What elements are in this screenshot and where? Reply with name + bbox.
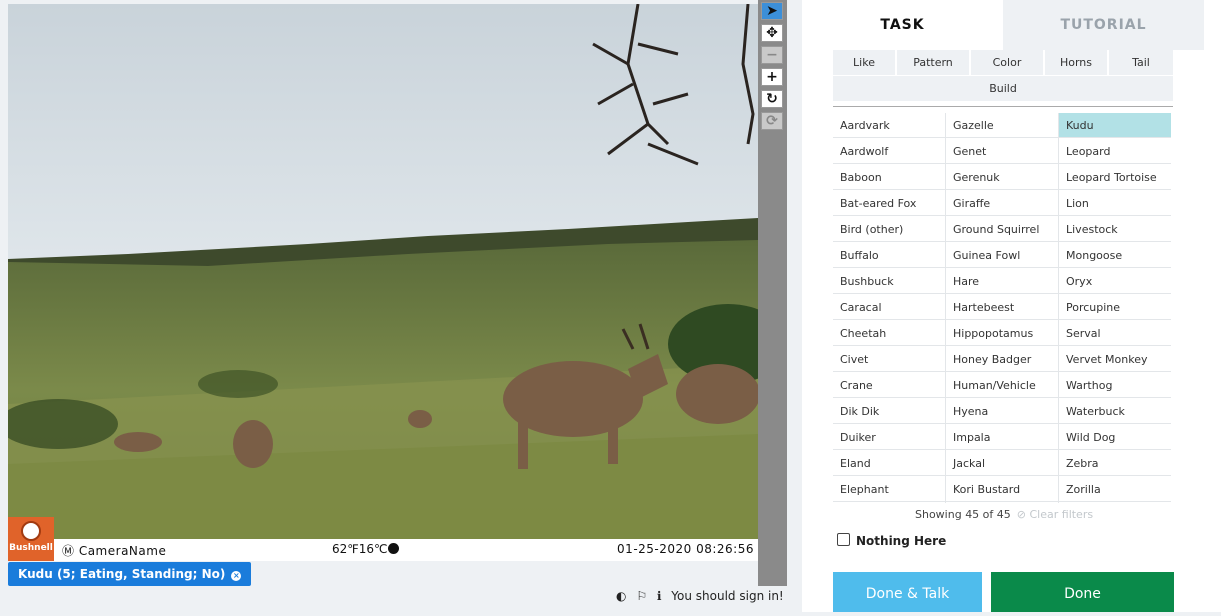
species-option-aardwolf[interactable]: Aardwolf bbox=[833, 139, 945, 164]
move-icon[interactable]: ✥ bbox=[761, 24, 783, 42]
tab-tutorial[interactable]: TUTORIAL bbox=[1003, 0, 1204, 50]
zoom-in-icon[interactable]: + bbox=[761, 68, 783, 86]
annotation-chip-label: Kudu (5; Eating, Standing; No) bbox=[18, 567, 226, 581]
species-option-warthog[interactable]: Warthog bbox=[1059, 373, 1171, 398]
species-option-waterbuck[interactable]: Waterbuck bbox=[1059, 399, 1171, 424]
species-option-serval[interactable]: Serval bbox=[1059, 321, 1171, 346]
species-option-gerenuk[interactable]: Gerenuk bbox=[946, 165, 1058, 190]
species-option-hippopotamus[interactable]: Hippopotamus bbox=[946, 321, 1058, 346]
species-option-impala[interactable]: Impala bbox=[946, 425, 1058, 450]
remove-annotation-icon[interactable]: × bbox=[231, 571, 242, 581]
temperature-text: 62℉16℃ bbox=[332, 542, 388, 556]
species-option-guinea-fowl[interactable]: Guinea Fowl bbox=[946, 243, 1058, 268]
species-option-aardvark[interactable]: Aardvark bbox=[833, 113, 945, 138]
image-metadata-banner: Bushnell Ⓜ CameraName 62℉16℃ 01-25-2020 … bbox=[8, 517, 758, 561]
camera-name: Ⓜ CameraName bbox=[62, 544, 167, 558]
savanna-photo bbox=[8, 4, 758, 539]
showing-count-text: Showing 45 of 45 bbox=[915, 508, 1011, 521]
reset-icon[interactable]: ⟳ bbox=[761, 112, 783, 130]
species-option-baboon[interactable]: Baboon bbox=[833, 165, 945, 190]
species-option-bat-eared-fox[interactable]: Bat-eared Fox bbox=[833, 191, 945, 216]
filter-pattern[interactable]: Pattern bbox=[897, 50, 969, 75]
filter-divider bbox=[833, 106, 1173, 107]
timestamp: 01-25-2020 08:26:56 bbox=[617, 542, 754, 556]
signin-message[interactable]: You should sign in! bbox=[671, 589, 783, 603]
rotate-icon[interactable]: ↻ bbox=[761, 90, 783, 108]
tab-bar: TASK TUTORIAL bbox=[802, 0, 1204, 50]
species-option-kori-bustard[interactable]: Kori Bustard bbox=[946, 477, 1058, 502]
nothing-here-label: Nothing Here bbox=[856, 534, 947, 548]
species-option-honey-badger[interactable]: Honey Badger bbox=[946, 347, 1058, 372]
species-option-zebra[interactable]: Zebra bbox=[1059, 451, 1171, 476]
species-option-hartebeest[interactable]: Hartebeest bbox=[946, 295, 1058, 320]
species-option-wild-dog[interactable]: Wild Dog bbox=[1059, 425, 1171, 450]
showing-count: Showing 45 of 45 ⊘ Clear filters bbox=[915, 508, 1093, 521]
species-option-oryx[interactable]: Oryx bbox=[1059, 269, 1171, 294]
filter-color[interactable]: Color bbox=[971, 50, 1043, 75]
filter-tail[interactable]: Tail bbox=[1109, 50, 1173, 75]
task-panel: TASK TUTORIAL Like Pattern Color Horns T… bbox=[802, 0, 1221, 612]
flag-icon[interactable]: ⚐ bbox=[636, 589, 647, 603]
species-option-kudu[interactable]: Kudu bbox=[1059, 113, 1171, 138]
species-option-cheetah[interactable]: Cheetah bbox=[833, 321, 945, 346]
species-option-caracal[interactable]: Caracal bbox=[833, 295, 945, 320]
image-toolbar: ➤ ✥ − + ↻ ⟳ bbox=[758, 0, 787, 586]
species-option-hare[interactable]: Hare bbox=[946, 269, 1058, 294]
species-option-hyena[interactable]: Hyena bbox=[946, 399, 1058, 424]
invert-icon[interactable]: ◐ bbox=[616, 589, 626, 603]
species-option-elephant[interactable]: Elephant bbox=[833, 477, 945, 502]
annotation-chip[interactable]: Kudu (5; Eating, Standing; No) × bbox=[8, 562, 252, 586]
species-option-leopard-tortoise[interactable]: Leopard Tortoise bbox=[1059, 165, 1171, 190]
species-option-porcupine[interactable]: Porcupine bbox=[1059, 295, 1171, 320]
moon-phase-icon bbox=[388, 543, 400, 554]
species-option-ground-squirrel[interactable]: Ground Squirrel bbox=[946, 217, 1058, 242]
species-option-civet[interactable]: Civet bbox=[833, 347, 945, 372]
temperature-readout: 62℉16℃ bbox=[332, 542, 400, 556]
subject-viewer: Bushnell Ⓜ CameraName 62℉16℃ 01-25-2020 … bbox=[0, 0, 802, 612]
info-icon[interactable]: ℹ bbox=[657, 589, 662, 603]
tab-task[interactable]: TASK bbox=[802, 0, 1003, 50]
species-option-vervet-monkey[interactable]: Vervet Monkey bbox=[1059, 347, 1171, 372]
camera-name-text: CameraName bbox=[78, 544, 167, 558]
filter-horns[interactable]: Horns bbox=[1045, 50, 1107, 75]
species-option-genet[interactable]: Genet bbox=[946, 139, 1058, 164]
done-button[interactable]: Done bbox=[991, 572, 1174, 612]
species-option-human-vehicle[interactable]: Human/Vehicle bbox=[946, 373, 1058, 398]
species-option-zorilla[interactable]: Zorilla bbox=[1059, 477, 1171, 502]
pointer-icon[interactable]: ➤ bbox=[761, 2, 783, 20]
checkbox-icon[interactable] bbox=[837, 533, 850, 546]
brand-logo: Bushnell bbox=[8, 517, 54, 561]
species-option-buffalo[interactable]: Buffalo bbox=[833, 243, 945, 268]
species-option-giraffe[interactable]: Giraffe bbox=[946, 191, 1058, 216]
species-option-duiker[interactable]: Duiker bbox=[833, 425, 945, 450]
species-option-crane[interactable]: Crane bbox=[833, 373, 945, 398]
filter-like[interactable]: Like bbox=[833, 50, 895, 75]
species-option-jackal[interactable]: Jackal bbox=[946, 451, 1058, 476]
brand-name: Bushnell bbox=[9, 543, 53, 553]
species-option-mongoose[interactable]: Mongoose bbox=[1059, 243, 1171, 268]
nothing-here-checkbox[interactable]: Nothing Here bbox=[837, 533, 946, 548]
footer-bar: ◐ ⚐ ℹ You should sign in! bbox=[616, 589, 790, 603]
done-talk-button[interactable]: Done & Talk bbox=[833, 572, 982, 612]
species-option-eland[interactable]: Eland bbox=[833, 451, 945, 476]
filter-build[interactable]: Build bbox=[833, 76, 1173, 101]
species-option-leopard[interactable]: Leopard bbox=[1059, 139, 1171, 164]
species-option-bushbuck[interactable]: Bushbuck bbox=[833, 269, 945, 294]
species-option-gazelle[interactable]: Gazelle bbox=[946, 113, 1058, 138]
zoom-out-icon[interactable]: − bbox=[761, 46, 783, 64]
species-option-livestock[interactable]: Livestock bbox=[1059, 217, 1171, 242]
species-option-dik-dik[interactable]: Dik Dik bbox=[833, 399, 945, 424]
camera-trap-image[interactable] bbox=[8, 4, 758, 539]
species-option-bird-other-[interactable]: Bird (other) bbox=[833, 217, 945, 242]
species-option-lion[interactable]: Lion bbox=[1059, 191, 1171, 216]
clear-filters-button[interactable]: ⊘ Clear filters bbox=[1017, 508, 1093, 521]
